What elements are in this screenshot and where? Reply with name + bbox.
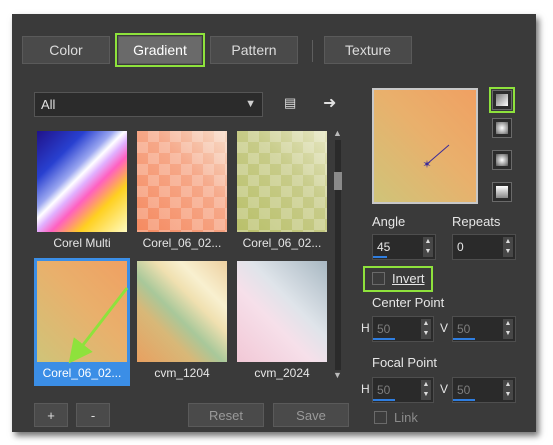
tab-pattern[interactable]: Pattern bbox=[210, 36, 298, 64]
center-point-label: Center Point bbox=[372, 295, 445, 310]
chevron-down-icon: ▼ bbox=[245, 98, 256, 110]
invert-option[interactable]: Invert bbox=[363, 266, 433, 292]
tab-gradient[interactable]: Gradient bbox=[115, 33, 205, 67]
repeats-label: Repeats bbox=[452, 214, 501, 229]
gradient-tile[interactable]: Corel_06_02... bbox=[134, 128, 230, 256]
file-list-icon[interactable]: ▤ bbox=[284, 95, 296, 111]
material-properties-panel: Color Gradient Pattern Texture All ▼ ▤ ➜… bbox=[12, 14, 536, 432]
focal-v-spinner[interactable]: 50 ▲ ▼ bbox=[452, 377, 516, 403]
link-label: Link bbox=[394, 410, 418, 425]
category-dropdown[interactable]: All ▼ bbox=[34, 92, 263, 117]
gradient-name: Corel_06_02... bbox=[42, 366, 122, 380]
focal-v-value: 50 bbox=[457, 383, 471, 397]
annotation-arrow-icon bbox=[68, 287, 129, 364]
spinner-arrows-icon[interactable]: ▲ ▼ bbox=[503, 319, 513, 339]
focal-h-spinner[interactable]: 50 ▲ ▼ bbox=[372, 377, 434, 403]
invert-checkbox[interactable] bbox=[372, 272, 385, 285]
gradient-swatch bbox=[237, 131, 327, 232]
center-v-label: V bbox=[440, 321, 449, 335]
gradient-tile[interactable]: Corel Multi bbox=[34, 128, 130, 256]
gradient-name: cvm_2024 bbox=[254, 366, 310, 380]
center-h-value-bar bbox=[373, 338, 395, 340]
focal-h-value: 50 bbox=[377, 383, 391, 397]
angle-value: 45 bbox=[377, 240, 391, 254]
gradient-name: Corel_06_02... bbox=[142, 236, 222, 250]
gradient-name: Corel Multi bbox=[53, 236, 111, 250]
gradient-name: Corel_06_02... bbox=[242, 236, 322, 250]
angle-indicator-icon: ✶ bbox=[422, 144, 450, 171]
sunburst-gradient-type-button[interactable] bbox=[492, 182, 512, 202]
focal-h-label: H bbox=[361, 382, 370, 396]
spinner-arrows-icon[interactable]: ▲ ▼ bbox=[503, 380, 513, 400]
gradient-tile[interactable]: Corel_06_02... bbox=[234, 128, 330, 256]
focal-point-label: Focal Point bbox=[372, 355, 438, 370]
focal-v-value-bar bbox=[453, 399, 475, 401]
save-button[interactable]: Save bbox=[273, 403, 349, 427]
tab-texture[interactable]: Texture bbox=[324, 36, 412, 64]
tab-separator bbox=[312, 40, 313, 62]
add-gradient-button[interactable]: + bbox=[34, 403, 68, 427]
focal-v-label: V bbox=[440, 382, 449, 396]
center-v-spinner[interactable]: 50 ▲ ▼ bbox=[452, 316, 516, 342]
repeats-spinner[interactable]: 0 ▲ ▼ bbox=[452, 234, 516, 260]
angle-spinner[interactable]: 45 ▲ ▼ bbox=[372, 234, 436, 260]
scroll-down-icon[interactable]: ▼ bbox=[333, 370, 342, 380]
spinner-arrows-icon[interactable]: ▲ ▼ bbox=[423, 237, 433, 257]
center-h-value: 50 bbox=[377, 322, 391, 336]
linear-gradient-type-button[interactable] bbox=[489, 87, 515, 113]
category-value: All bbox=[41, 97, 56, 112]
gradient-preview[interactable]: ✶ bbox=[372, 88, 478, 204]
scrollbar-thumb[interactable] bbox=[334, 172, 342, 190]
center-h-label: H bbox=[361, 321, 370, 335]
focal-h-value-bar bbox=[373, 399, 395, 401]
gradient-tile[interactable]: cvm_2024 bbox=[234, 258, 330, 386]
spinner-arrows-icon[interactable]: ▲ ▼ bbox=[421, 380, 431, 400]
repeats-value: 0 bbox=[457, 240, 464, 254]
radial-gradient-type-button[interactable] bbox=[492, 150, 512, 170]
gradient-list-scrollbar[interactable]: ▲ ▼ bbox=[332, 128, 344, 382]
link-checkbox[interactable] bbox=[374, 411, 387, 424]
svg-text:✶: ✶ bbox=[422, 158, 431, 171]
scroll-up-icon[interactable]: ▲ bbox=[333, 128, 342, 138]
rectangular-gradient-type-button[interactable] bbox=[492, 118, 512, 138]
spinner-arrows-icon[interactable]: ▲ ▼ bbox=[503, 237, 513, 257]
gradient-swatch bbox=[37, 131, 127, 232]
reset-button[interactable]: Reset bbox=[188, 403, 264, 427]
gradient-swatch bbox=[137, 261, 227, 362]
gradient-grid: Corel Multi Corel_06_02... Corel_06_02..… bbox=[34, 128, 330, 386]
invert-label: Invert bbox=[392, 271, 425, 286]
arrow-right-icon[interactable]: ➜ bbox=[323, 93, 336, 113]
tab-color[interactable]: Color bbox=[22, 36, 110, 64]
gradient-swatch bbox=[237, 261, 327, 362]
center-h-spinner[interactable]: 50 ▲ ▼ bbox=[372, 316, 434, 342]
spinner-arrows-icon[interactable]: ▲ ▼ bbox=[421, 319, 431, 339]
angle-label: Angle bbox=[372, 214, 406, 229]
gradient-swatch bbox=[137, 131, 227, 232]
center-v-value-bar bbox=[453, 338, 475, 340]
gradient-name: cvm_1204 bbox=[154, 366, 210, 380]
center-v-value: 50 bbox=[457, 322, 471, 336]
gradient-tile[interactable]: cvm_1204 bbox=[134, 258, 230, 386]
remove-gradient-button[interactable]: - bbox=[76, 403, 110, 427]
angle-value-bar bbox=[373, 256, 387, 258]
